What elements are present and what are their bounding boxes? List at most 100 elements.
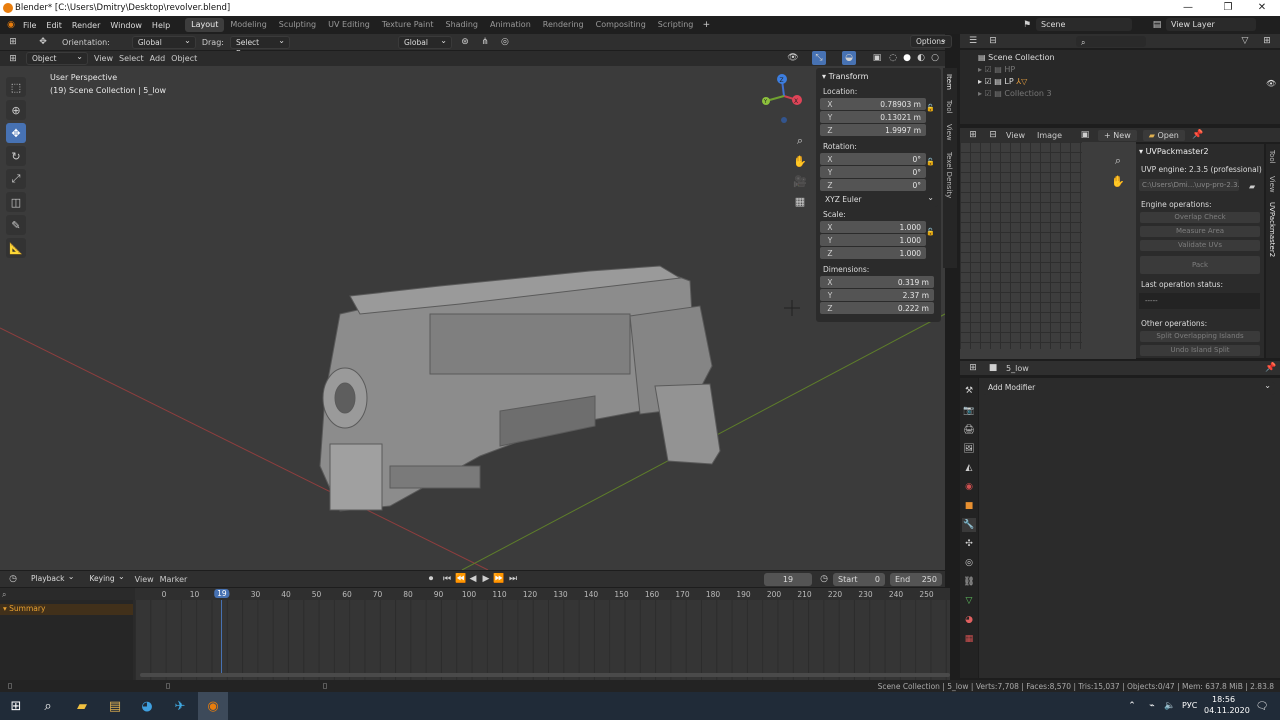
- render-props-icon[interactable]: 📷: [962, 404, 976, 418]
- visibility-icon[interactable]: 👁: [786, 51, 800, 65]
- 3d-viewport[interactable]: X Z Y User Perspective (19) Scene Collec…: [0, 66, 945, 570]
- options-dropdown[interactable]: Options: [910, 34, 952, 48]
- timeline-menu-view[interactable]: View: [135, 575, 154, 584]
- measure-icon[interactable]: 📐: [6, 238, 26, 258]
- overlay-toggle-icon[interactable]: ◒: [842, 51, 856, 65]
- tab-uv-view[interactable]: View: [1268, 176, 1276, 193]
- rotate-tool-icon[interactable]: ↻: [6, 146, 26, 166]
- constraints-props-icon[interactable]: ⛓: [962, 575, 976, 589]
- world-props-icon[interactable]: ◉: [962, 480, 976, 494]
- pin-icon[interactable]: 📌: [1264, 361, 1278, 375]
- camera-icon[interactable]: 🎥: [790, 171, 810, 191]
- view-layer-props-icon[interactable]: 🖼: [962, 442, 976, 456]
- tab-modeling[interactable]: Modeling: [224, 18, 272, 32]
- pivot-dropdown[interactable]: Global: [397, 35, 452, 49]
- location-y-field[interactable]: Y 0.13021 m: [820, 111, 926, 123]
- timeline-playhead[interactable]: 19: [214, 589, 230, 598]
- output-props-icon[interactable]: 🖨: [962, 423, 976, 437]
- telegram-icon[interactable]: ✈: [168, 696, 192, 716]
- tab-texel-density[interactable]: Texel Density: [945, 152, 953, 198]
- new-collection-icon[interactable]: ⊞: [1260, 34, 1274, 48]
- scale-x-field[interactable]: X 1.000: [820, 221, 926, 233]
- xray-icon[interactable]: ▣: [870, 51, 884, 65]
- move-tool-icon[interactable]: ✥: [6, 123, 26, 143]
- jump-start-icon[interactable]: ⏮: [440, 572, 454, 586]
- play-reverse-icon[interactable]: ◀: [466, 572, 480, 586]
- file-explorer-icon[interactable]: ▰: [70, 696, 94, 716]
- language-indicator[interactable]: РУС: [1182, 701, 1197, 710]
- wireframe-shading-icon[interactable]: ◌: [886, 51, 900, 65]
- folder-browse-icon[interactable]: ▰: [1249, 182, 1255, 191]
- solid-shading-icon[interactable]: ●: [900, 51, 914, 65]
- modifier-props-icon[interactable]: 🔧: [962, 518, 976, 532]
- pivot-point-icon[interactable]: ⊛: [458, 35, 472, 49]
- uv-editor-icon[interactable]: ⊞: [966, 128, 980, 142]
- rotation-z-field[interactable]: Z 0°: [820, 179, 926, 191]
- tab-sculpting[interactable]: Sculpting: [273, 18, 322, 32]
- object-props-icon[interactable]: ■: [962, 499, 976, 513]
- physics-props-icon[interactable]: ◎: [962, 556, 976, 570]
- transform-title[interactable]: ▾ Transform: [822, 72, 941, 81]
- uv-pan-icon[interactable]: ✋: [1108, 171, 1128, 191]
- edge-icon[interactable]: ◕: [135, 696, 159, 716]
- open-image-button[interactable]: ▰ Open: [1142, 129, 1185, 141]
- scale-tool-icon[interactable]: ⤢: [6, 169, 26, 189]
- uvpack-title[interactable]: ▾ UVPackmaster2: [1139, 147, 1264, 156]
- pack-button[interactable]: Pack: [1140, 256, 1260, 274]
- end-frame-field[interactable]: End 250: [890, 573, 942, 586]
- outliner-item-lp[interactable]: ▸ ☑ ▤ LP ⅄▽: [978, 77, 1280, 86]
- uv-zoom-icon[interactable]: ⌕: [1108, 151, 1128, 171]
- transform-tool-icon[interactable]: ✥: [36, 35, 50, 49]
- scale-z-field[interactable]: Z 1.000: [820, 247, 926, 259]
- cursor-tool-icon[interactable]: ⊕: [6, 100, 26, 120]
- tab-tool[interactable]: Tool: [945, 100, 953, 114]
- timeline-menu-marker[interactable]: Marker: [160, 575, 188, 584]
- tab-uv-tool[interactable]: Tool: [1268, 150, 1276, 164]
- transform-icon[interactable]: ◫: [6, 192, 26, 212]
- menu-help[interactable]: Help: [147, 21, 175, 30]
- tab-item[interactable]: Item: [945, 74, 953, 90]
- location-z-field[interactable]: Z 1.9997 m: [820, 124, 926, 136]
- material-props-icon[interactable]: ◕: [962, 613, 976, 627]
- tab-texture-paint[interactable]: Texture Paint: [376, 18, 440, 32]
- viewport-menu-add[interactable]: Add: [150, 54, 166, 63]
- playback-dropdown[interactable]: Playback: [26, 571, 78, 586]
- tab-layout[interactable]: Layout: [185, 18, 225, 32]
- filter-icon[interactable]: ▽: [1238, 34, 1252, 48]
- rendered-shading-icon[interactable]: ○: [928, 51, 942, 65]
- clock-time[interactable]: 18:56: [1212, 695, 1235, 704]
- lock-icon[interactable]: 🔓: [926, 228, 935, 236]
- dimensions-y-field[interactable]: Y 2.37 m: [820, 289, 934, 301]
- viewport-menu-object[interactable]: Object: [171, 54, 197, 63]
- viewport-editor-icon[interactable]: ⊞: [6, 52, 20, 66]
- search-icon[interactable]: ⌕: [36, 696, 60, 716]
- tab-compositing[interactable]: Compositing: [590, 18, 652, 32]
- outliner-item-hp[interactable]: ▸ ☑ ▤ HP: [978, 65, 1280, 74]
- summary-row[interactable]: ▾ Summary: [0, 604, 133, 615]
- gizmo-toggle-icon[interactable]: ⤡: [812, 51, 826, 65]
- menu-window[interactable]: Window: [105, 21, 147, 30]
- notifications-icon[interactable]: 🗨: [1250, 696, 1274, 716]
- blender-taskbar-icon[interactable]: ◉: [198, 692, 228, 720]
- tab-rendering[interactable]: Rendering: [537, 18, 590, 32]
- tab-uv-editing[interactable]: UV Editing: [322, 18, 376, 32]
- outliner-editor-icon[interactable]: ☰: [966, 34, 980, 48]
- tab-view[interactable]: View: [945, 124, 953, 141]
- outliner-search-field[interactable]: ⌕: [1076, 35, 1146, 47]
- jump-end-icon[interactable]: ⏭: [506, 572, 520, 586]
- scene-field[interactable]: Scene: [1036, 18, 1132, 31]
- image-browse-icon[interactable]: ▣: [1078, 128, 1092, 142]
- windows-start-icon[interactable]: ⊞: [4, 696, 28, 716]
- menu-file[interactable]: File: [18, 21, 41, 30]
- split-overlapping-button[interactable]: Split Overlapping Islands: [1140, 331, 1260, 342]
- uv-grid[interactable]: [960, 142, 1082, 349]
- timeline-editor-icon[interactable]: ◷: [6, 572, 20, 586]
- menu-edit[interactable]: Edit: [41, 21, 67, 30]
- minimize-icon[interactable]: —: [1168, 0, 1208, 16]
- record-icon[interactable]: ⏺: [424, 572, 438, 586]
- viewport-menu-select[interactable]: Select: [119, 54, 144, 63]
- uv-menu-view[interactable]: View: [1006, 131, 1025, 140]
- dimensions-z-field[interactable]: Z 0.222 m: [820, 302, 934, 314]
- texture-props-icon[interactable]: ▦: [962, 632, 976, 646]
- overlap-check-button[interactable]: Overlap Check: [1140, 212, 1260, 223]
